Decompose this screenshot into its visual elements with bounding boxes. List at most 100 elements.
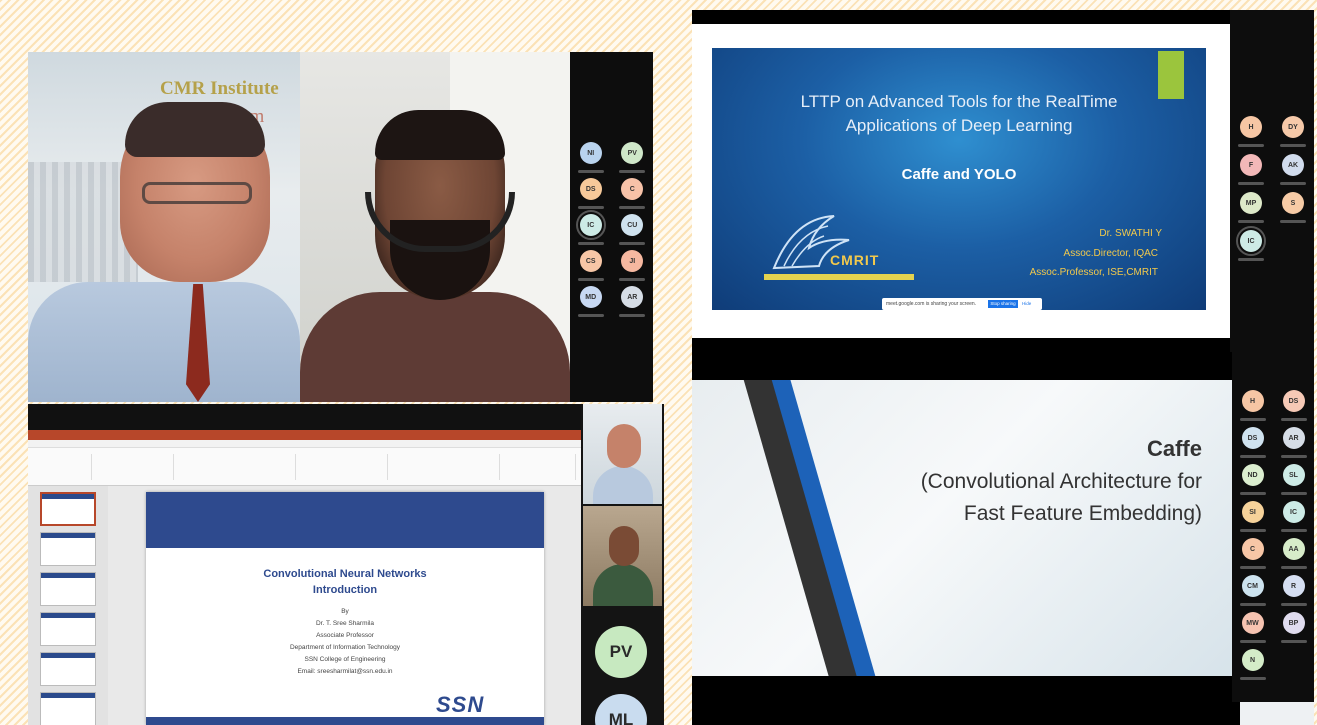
- participant-body: [593, 466, 653, 504]
- slide-line: Email: sreesharmilat@ssn.edu.in: [297, 668, 393, 675]
- ssn-logo: SSN: [436, 692, 485, 717]
- participant-avatar-cm[interactable]: CM: [1239, 575, 1266, 606]
- presenter-designation-1: Assoc.Director, IQAC: [1063, 248, 1158, 259]
- participant-avatar-ar[interactable]: AR: [1280, 427, 1307, 458]
- slide-thumb[interactable]: [40, 492, 96, 526]
- stop-sharing-button[interactable]: Stop sharing: [988, 300, 1018, 308]
- powerpoint-ribbon-tabs[interactable]: [28, 440, 581, 448]
- ribbon-group-paragraph[interactable]: [298, 454, 388, 480]
- speaker-tile-left[interactable]: CMR Institute partm: [28, 52, 300, 402]
- slide-line: Dr. T. Sree Sharmila: [315, 620, 375, 627]
- slide-footer-band: [146, 717, 544, 725]
- slide-thumb[interactable]: [40, 652, 96, 686]
- participant-avatar-ml[interactable]: ML: [595, 694, 647, 725]
- participant-avatar-ji[interactable]: JI: [619, 250, 646, 281]
- participant-avatar-ds[interactable]: DS: [1239, 427, 1266, 458]
- participant-avatar-c[interactable]: C: [619, 178, 646, 209]
- ribbon-group-slides[interactable]: [94, 454, 174, 480]
- slide-thumbnail-pane[interactable]: [28, 486, 108, 725]
- slide-line: By: [341, 608, 349, 615]
- participant-avatar-ak[interactable]: AK: [1280, 154, 1306, 185]
- video-call-panel-top-left: CMR Institute partm NI PV DS C IC CU CS JI MD AR: [28, 52, 653, 402]
- participant-avatar-pv[interactable]: PV: [595, 626, 647, 678]
- participant-avatar-bp[interactable]: BP: [1280, 612, 1307, 643]
- participant-avatar-aa[interactable]: AA: [1280, 538, 1307, 569]
- speaker-face: [120, 102, 270, 282]
- current-slide[interactable]: Convolutional Neural Networks Introducti…: [146, 492, 544, 725]
- participant-avatar-ic[interactable]: IC: [575, 210, 606, 245]
- participant-avatar-h[interactable]: H: [1239, 390, 1266, 421]
- slide-line: Associate Professor: [316, 632, 374, 639]
- thumb-bar: [42, 494, 94, 499]
- participant-avatar-n[interactable]: N: [1239, 649, 1266, 680]
- participant-avatar-h[interactable]: H: [1238, 116, 1264, 147]
- caffe-slide[interactable]: Caffe (Convolutional Architecture for Fa…: [692, 380, 1232, 676]
- participant-avatar-ic[interactable]: IC: [1236, 226, 1266, 261]
- slide-frame: LTTP on Advanced Tools for the RealTime …: [692, 24, 1230, 338]
- speaker-hair: [375, 110, 505, 160]
- participant-avatar-nd[interactable]: ND: [1239, 464, 1266, 495]
- ribbon-group-font[interactable]: [176, 454, 296, 480]
- participant-avatar-cs[interactable]: CS: [577, 250, 604, 281]
- participant-avatar-f[interactable]: F: [1238, 154, 1264, 185]
- participant-video-1[interactable]: [583, 404, 662, 504]
- thumb-bar: [41, 613, 95, 618]
- thumb-bar: [41, 533, 95, 538]
- participant-avatar-dy[interactable]: DY: [1280, 116, 1306, 147]
- screen-share-bar: meet.google.com is sharing your screen. …: [882, 298, 1042, 310]
- slide-thumb[interactable]: [40, 692, 96, 725]
- self-view-thumbnail[interactable]: [1240, 702, 1314, 725]
- hide-button[interactable]: Hide: [1022, 300, 1036, 308]
- participant-strip: PV ML: [581, 404, 664, 725]
- participant-avatar-ar[interactable]: AR: [619, 286, 646, 317]
- presentation-panel-bottom-right: Caffe (Convolutional Architecture for Fa…: [692, 352, 1314, 725]
- participant-body: [593, 564, 653, 606]
- title-slide[interactable]: LTTP on Advanced Tools for the RealTime …: [712, 48, 1206, 310]
- share-message: meet.google.com is sharing your screen.: [886, 301, 977, 307]
- participant-avatar-ds[interactable]: DS: [577, 178, 604, 209]
- slide-header-band: [146, 492, 544, 548]
- presenter-designation-2: Assoc.Professor, ISE,CMRIT: [1029, 267, 1158, 278]
- powerpoint-ribbon[interactable]: [28, 448, 581, 486]
- participant-avatar-cu[interactable]: CU: [619, 214, 646, 245]
- participant-avatar-ni[interactable]: NI: [577, 142, 604, 173]
- slide-thumb[interactable]: [40, 532, 96, 566]
- participant-avatar-s[interactable]: S: [1280, 192, 1306, 223]
- ribbon-group-editing[interactable]: [502, 454, 576, 480]
- participant-grid: H DS DS AR ND SL SI IC C AA CM R MW BP N: [1232, 390, 1314, 680]
- speaker-tile-right[interactable]: [300, 52, 570, 402]
- thumb-bar: [41, 653, 95, 658]
- slide-title: Convolutional Neural Networks: [263, 568, 427, 580]
- participant-avatar-si[interactable]: SI: [1239, 501, 1266, 532]
- slide-subtitle: Introduction: [312, 584, 378, 596]
- slide-title-line-1: LTTP on Advanced Tools for the RealTime: [800, 92, 1118, 111]
- participant-avatar-ds[interactable]: DS: [1280, 390, 1307, 421]
- slide-thumb[interactable]: [40, 612, 96, 646]
- participant-avatar-md[interactable]: MD: [577, 286, 604, 317]
- thumb-bar: [41, 573, 95, 578]
- participant-avatar-c[interactable]: C: [1239, 538, 1266, 569]
- screen-share-panel-bottom-left: Convolutional Neural Networks Introducti…: [28, 404, 664, 725]
- powerpoint-window: Convolutional Neural Networks Introducti…: [28, 430, 581, 725]
- background-banner-text: CMR Institute: [160, 78, 279, 99]
- slide-thumb[interactable]: [40, 572, 96, 606]
- participant-face: [607, 424, 641, 468]
- ribbon-group-drawing[interactable]: [390, 454, 500, 480]
- slide-line: SSN College of Engineering: [304, 656, 386, 663]
- participant-grid: NI PV DS C IC CU CS JI MD AR: [570, 142, 653, 317]
- participant-avatar-mw[interactable]: MW: [1239, 612, 1266, 643]
- thumb-bar: [41, 693, 95, 698]
- participant-avatar-mp[interactable]: MP: [1238, 192, 1264, 223]
- participant-video-2[interactable]: [583, 506, 662, 606]
- participant-avatar-r[interactable]: R: [1280, 575, 1307, 606]
- slide-title: Caffe: [1146, 436, 1202, 461]
- ribbon-group-clipboard[interactable]: [32, 454, 92, 480]
- logo-tagline-bar: [764, 274, 914, 280]
- presentation-panel-top-right: LTTP on Advanced Tools for the RealTime …: [692, 10, 1314, 380]
- cmrit-logo-text: CMRIT: [830, 252, 880, 268]
- participant-avatar-ic[interactable]: IC: [1280, 501, 1307, 532]
- powerpoint-title-bar: [28, 430, 581, 440]
- participant-avatar-sl[interactable]: SL: [1280, 464, 1307, 495]
- participant-avatar-pv[interactable]: PV: [619, 142, 646, 173]
- speaker-hair: [125, 102, 265, 157]
